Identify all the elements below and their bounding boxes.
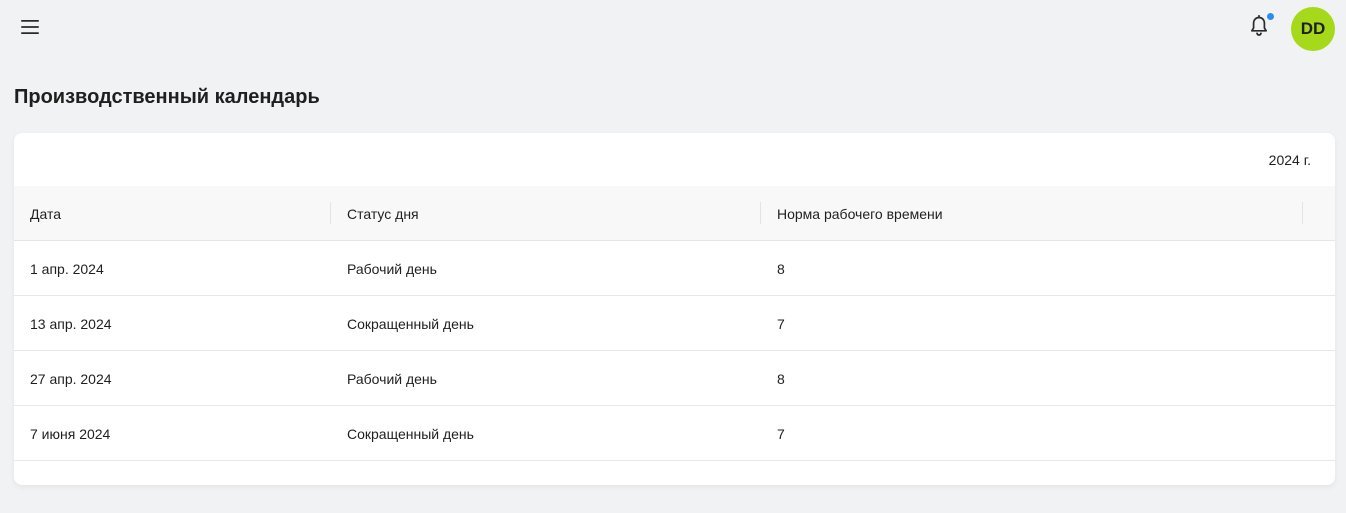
cell-date: 27 апр. 2024 [30, 370, 112, 387]
top-bar: DD [0, 0, 1346, 58]
cell-day-status: Сокращенный день [347, 425, 474, 442]
calendar-card: 2024 г. Дата Статус дня Норма рабочего в… [14, 133, 1335, 485]
cell-work-hours: 7 [777, 425, 785, 442]
menu-button[interactable] [16, 15, 44, 43]
user-avatar[interactable]: DD [1291, 7, 1335, 51]
cell-date: 13 апр. 2024 [30, 315, 112, 332]
table-row[interactable]: 1 апр. 2024 Рабочий день 8 [14, 241, 1335, 296]
cell-day-status: Сокращенный день [347, 315, 474, 332]
notification-badge-dot [1267, 13, 1274, 20]
table-row[interactable]: 27 апр. 2024 Рабочий день 8 [14, 351, 1335, 406]
cell-work-hours: 7 [777, 315, 785, 332]
cell-work-hours: 8 [777, 260, 785, 277]
column-header-day-status[interactable]: Статус дня [347, 186, 419, 241]
column-divider [760, 202, 761, 224]
table-row[interactable]: 7 июня 2024 Сокращенный день 7 [14, 406, 1335, 461]
hamburger-menu-icon [20, 19, 40, 40]
column-header-work-hours[interactable]: Норма рабочего времени [777, 186, 943, 241]
cell-day-status: Рабочий день [347, 370, 437, 387]
table-row[interactable]: 13 апр. 2024 Сокращенный день 7 [14, 296, 1335, 351]
column-divider [330, 202, 331, 224]
cell-date: 7 июня 2024 [30, 425, 111, 442]
cell-date: 1 апр. 2024 [30, 260, 104, 277]
column-divider [1302, 202, 1303, 224]
page-title: Производственный календарь [14, 86, 320, 108]
table-header: Дата Статус дня Норма рабочего времени [14, 186, 1335, 241]
notifications-button[interactable] [1245, 13, 1274, 42]
bell-icon [1249, 14, 1269, 42]
cell-work-hours: 8 [777, 370, 785, 387]
column-header-date[interactable]: Дата [30, 186, 61, 241]
cell-day-status: Рабочий день [347, 260, 437, 277]
year-selector[interactable]: 2024 г. [1269, 152, 1311, 168]
